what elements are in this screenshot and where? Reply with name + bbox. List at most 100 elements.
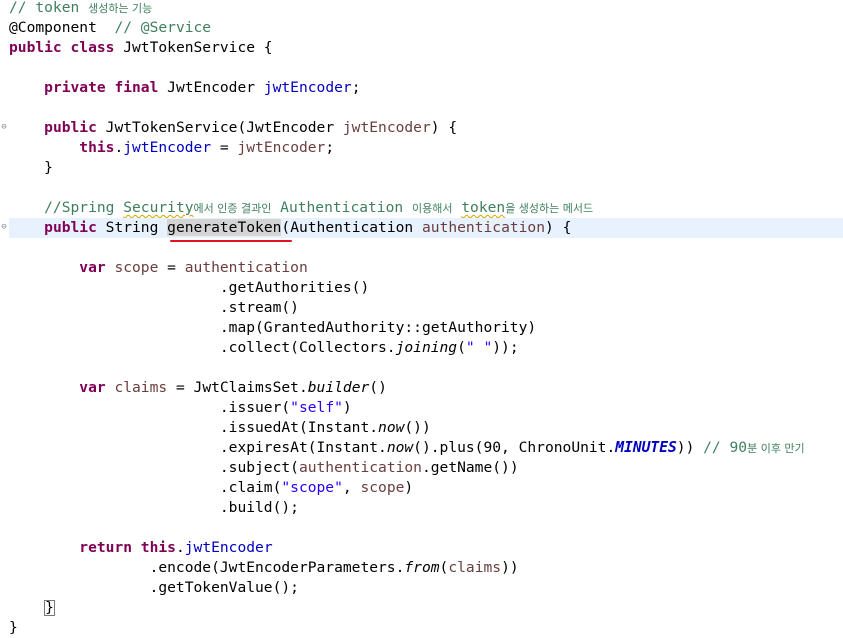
code-token: JwtTokenService(JwtEncoder [96,119,343,136]
code-token: .issuer( [9,399,291,416]
code-line[interactable]: public class JwtTokenService { [9,38,273,58]
code-line[interactable]: .getAuthorities() [9,278,369,298]
code-line[interactable]: .stream() [9,298,299,318]
code-token: JwtTokenService { [114,39,273,56]
code-token: jwtEncoder [184,539,273,556]
code-line[interactable]: .issuer("self") [9,398,352,418]
code-token: // @Service [114,19,212,36]
code-line[interactable]: } [9,158,53,178]
code-token: .claim( [9,479,282,496]
code-token: // 90 [703,439,748,456]
code-token: .getAuthorities() [9,279,370,296]
code-token: (Authentication [281,219,422,236]
code-token: jwtEncoder [263,79,352,96]
code-token: return this [79,539,176,556]
code-line[interactable]: .getTokenValue(); [9,578,299,598]
code-token: public [44,119,97,136]
code-token: )) [676,439,704,456]
code-token: = JwtClaimsSet. [167,379,308,396]
code-line[interactable]: return this.jwtEncoder [9,538,273,558]
code-line[interactable]: } [9,598,55,618]
code-line[interactable]: .collect(Collectors.joining(" ")); [9,338,519,358]
code-line[interactable]: var claims = JwtClaimsSet.builder() [9,378,387,398]
code-token: Security [123,199,194,216]
code-token: .issuedAt(Instant. [9,419,379,436]
code-token: 에서 인증 결과인 [193,202,272,215]
fold-ruler[interactable]: ⊖ ⊖ [0,0,9,626]
code-token: ().plus(90, ChronoUnit. [413,439,616,456]
code-line[interactable]: .map(GrantedAuthority::getAuthority) [9,318,536,338]
code-token: .getTokenValue(); [9,579,299,596]
code-token: .encode(JwtEncoderParameters. [9,559,405,576]
code-area[interactable]: // token 생성하는 기능 @Component // @Service pu… [9,0,843,636]
code-token: now [386,439,414,456]
code-token: } [9,619,18,636]
code-editor[interactable]: ⊖ ⊖ // token 생성하는 기능 @Component // @Servic… [0,0,843,636]
code-token: ) [342,399,352,416]
code-token: = [158,259,185,276]
code-token: .subject( [9,459,299,476]
code-line[interactable]: } [9,618,18,638]
code-token: claims [114,379,168,396]
code-token: )) [501,559,519,576]
fold-collapse-icon[interactable]: ⊖ [0,223,8,232]
code-token: private final [44,79,159,96]
code-token: this [79,139,115,156]
code-line[interactable]: //Spring Security에서 인증 결과인 Authenticatio… [9,198,593,218]
code-token: " " [465,339,493,356]
code-line[interactable]: .issuedAt(Instant.now()) [9,418,431,438]
code-token: ) { [430,119,458,136]
code-token: public class [9,39,115,56]
code-token: )); [492,339,519,356]
highlighted-method-name: generateToken [167,219,282,236]
code-line[interactable]: @Component // @Service [9,18,211,38]
code-token: jwtEncoder [342,119,431,136]
code-line[interactable]: .build(); [9,498,299,518]
code-token: authentication [184,259,308,276]
code-token: authentication [422,219,546,236]
code-token: ; [351,79,361,96]
code-token: .map(GrantedAuthority::getAuthority) [9,319,537,336]
code-token: token [461,199,506,216]
code-token: } [9,159,53,176]
code-line[interactable]: .expiresAt(Instant.now().plus(90, Chrono… [9,438,805,458]
code-line[interactable]: .claim("scope", scope) [9,478,413,498]
code-line[interactable]: // token 생성하는 기능 [9,0,152,18]
code-token: jwtEncoder [237,139,326,156]
code-token: ()) [404,419,431,436]
code-token: scope [360,479,405,496]
code-token: now [378,419,405,436]
code-token: scope [114,259,159,276]
code-token: .stream() [9,299,299,316]
code-token: 분 이후 만기 [747,442,805,455]
code-token: ) { [545,219,572,236]
code-line[interactable]: public String generateToken(Authenticati… [9,218,843,238]
code-token: 이용해서 [411,202,453,215]
code-token: builder [307,379,370,396]
code-token: . [114,139,124,156]
code-line[interactable]: public JwtTokenService(JwtEncoder jwtEnc… [9,118,457,138]
code-token: .expiresAt(Instant. [9,439,387,456]
code-token: 을 생성하는 메서드 [505,202,594,215]
code-token: //Spring [9,199,124,216]
code-token: from [404,559,440,576]
code-line[interactable]: .subject(authentication.getName()) [9,458,519,478]
code-token: JwtEncoder [158,79,264,96]
matching-bracket: } [44,599,55,616]
code-token: . [175,539,185,556]
code-token: 생성하는 기능 [88,2,153,15]
code-token: "scope" [281,479,343,496]
fold-collapse-icon[interactable]: ⊖ [0,123,8,132]
code-line[interactable]: private final JwtEncoder jwtEncoder; [9,78,361,98]
code-line[interactable]: var scope = authentication [9,258,308,278]
code-line[interactable]: this.jwtEncoder = jwtEncoder; [9,138,334,158]
code-token: MINUTES [615,439,677,456]
code-line[interactable]: .encode(JwtEncoderParameters.from(claims… [9,558,519,578]
